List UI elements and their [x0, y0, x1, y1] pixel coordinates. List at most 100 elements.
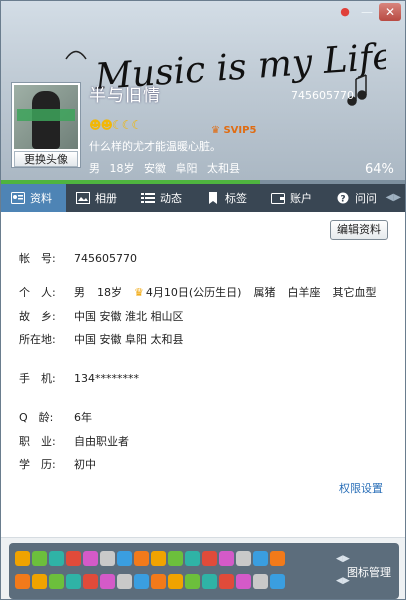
- permission-settings-link[interactable]: 权限设置: [339, 480, 383, 496]
- service-icon[interactable]: [117, 551, 132, 566]
- crown-icon: ♛: [134, 285, 144, 299]
- tab-label: 账户: [290, 192, 312, 205]
- qage-value: 6年: [74, 411, 92, 424]
- location-value: 中国 安徽 阜阳 太和县: [74, 333, 184, 346]
- service-icon[interactable]: [219, 551, 234, 566]
- profile-completion-percent: 64%: [365, 162, 394, 177]
- service-icon[interactable]: [236, 551, 251, 566]
- service-icon[interactable]: [270, 551, 285, 566]
- service-icon[interactable]: [202, 551, 217, 566]
- tab-ask[interactable]: ? 问问: [326, 184, 391, 212]
- account-value: 745605770: [74, 251, 137, 265]
- profile-header: ● — ✕ Music is my Life 更换头像 半与旧情 7456057…: [1, 1, 405, 184]
- profile-details: 编辑资料 帐 号: 745605770 个 人: 男 18岁 ♛ 4月10日(公…: [1, 212, 405, 537]
- service-icons-row-2: [15, 574, 285, 589]
- service-icon[interactable]: [49, 574, 64, 589]
- skin-icon[interactable]: ●: [335, 3, 355, 21]
- service-icon[interactable]: [168, 551, 183, 566]
- close-icon[interactable]: ✕: [379, 3, 401, 21]
- job-row: 职 业: 自由职业者: [19, 433, 129, 449]
- gender: 男: [74, 286, 85, 299]
- qage-row: Q 龄: 6年: [19, 409, 92, 425]
- service-icon[interactable]: [151, 551, 166, 566]
- birthday: 4月10日(公历生日): [145, 286, 242, 299]
- service-icon[interactable]: [66, 551, 81, 566]
- avatar-frame: 更换头像: [11, 82, 81, 168]
- service-icon[interactable]: [100, 551, 115, 566]
- account-row: 帐 号: 745605770: [19, 250, 137, 266]
- question-icon: ?: [337, 192, 349, 205]
- service-icon[interactable]: [185, 574, 200, 589]
- minimize-icon[interactable]: —: [357, 3, 377, 21]
- service-icon[interactable]: [66, 574, 81, 589]
- mobile-row: 手 机: 134********: [19, 370, 139, 386]
- service-icon[interactable]: [151, 574, 166, 589]
- hometown-label: 故 乡:: [19, 310, 56, 323]
- service-icon[interactable]: [15, 551, 30, 566]
- vip-level: SVIP5: [223, 125, 257, 136]
- tab-label: 问问: [355, 192, 377, 205]
- profile-card-icon: [11, 192, 25, 204]
- tab-scroll-arrow-icon[interactable]: ◀▶: [386, 192, 401, 203]
- change-avatar-button[interactable]: 更换头像: [14, 151, 78, 167]
- service-icon[interactable]: [32, 574, 47, 589]
- service-icon[interactable]: [83, 574, 98, 589]
- scroll-arrows-icon[interactable]: ◀▶: [336, 554, 350, 564]
- tab-profile[interactable]: 资料: [1, 184, 66, 212]
- personal-label: 个 人:: [19, 286, 56, 299]
- tab-feed[interactable]: 动态: [131, 184, 196, 212]
- edit-profile-button[interactable]: 编辑资料: [330, 220, 388, 240]
- service-icon[interactable]: [100, 574, 115, 589]
- job-label: 职 业:: [19, 435, 56, 448]
- profile-window: ● — ✕ Music is my Life 更换头像 半与旧情 7456057…: [0, 0, 406, 600]
- avatar-badge: [17, 109, 75, 121]
- service-icon[interactable]: [168, 574, 183, 589]
- mobile-label: 手 机:: [19, 372, 56, 385]
- service-icon[interactable]: [134, 551, 149, 566]
- tab-album[interactable]: 相册: [66, 184, 131, 212]
- signature[interactable]: 什么样的尤才能温暖心脏。: [89, 138, 221, 154]
- window-controls: ● — ✕: [335, 3, 401, 21]
- service-icons-row-1: [15, 551, 285, 566]
- service-icon[interactable]: [253, 574, 268, 589]
- photo-icon: [76, 192, 90, 204]
- service-icon[interactable]: [134, 574, 149, 589]
- constellation: 白羊座: [287, 286, 321, 299]
- service-icon[interactable]: [202, 574, 217, 589]
- qq-number: 745605770: [291, 89, 354, 102]
- education-value: 初中: [74, 458, 96, 471]
- service-icon[interactable]: [83, 551, 98, 566]
- education-label: 学 历:: [19, 458, 56, 471]
- tab-label: 动态: [160, 192, 182, 205]
- service-icon[interactable]: [219, 574, 234, 589]
- service-icon[interactable]: [185, 551, 200, 566]
- service-icon[interactable]: [236, 574, 251, 589]
- service-icon[interactable]: [49, 551, 64, 566]
- service-icon[interactable]: [15, 574, 30, 589]
- hometown-row: 故 乡: 中国 安徽 淮北 相山区: [19, 308, 184, 324]
- service-icon[interactable]: [253, 551, 268, 566]
- location-row: 所在地: 中国 安徽 阜阳 太和县: [19, 331, 184, 347]
- level-icons: ☻☻☾☾☾: [89, 118, 142, 132]
- service-icon-bar: ◀▶ ◀▶ 图标管理: [1, 537, 405, 599]
- hometown-value: 中国 安徽 淮北 相山区: [74, 310, 184, 323]
- service-icon[interactable]: [270, 574, 285, 589]
- brief-info: 男 18岁 安徽 阜阳 太和县: [89, 162, 240, 175]
- service-icon[interactable]: [117, 574, 132, 589]
- tab-tags[interactable]: 标签: [196, 184, 261, 212]
- vip-badge[interactable]: ♛ SVIP5: [211, 125, 256, 136]
- tab-bar: 资料 相册 动态 标签 账户 ? 问问 ◀▶: [1, 184, 405, 212]
- tab-account[interactable]: 账户: [261, 184, 326, 212]
- svg-text:?: ?: [340, 195, 345, 205]
- tab-label: 资料: [30, 192, 52, 205]
- service-icon[interactable]: [32, 551, 47, 566]
- location-label: 所在地:: [19, 333, 56, 346]
- feed-icon: [141, 193, 155, 203]
- icon-manage-button[interactable]: 图标管理: [347, 564, 391, 580]
- tab-label: 相册: [95, 192, 117, 205]
- education-row: 学 历: 初中: [19, 456, 96, 472]
- personal-row: 个 人: 男 18岁 ♛ 4月10日(公历生日) 属猪 白羊座 其它血型: [19, 284, 376, 300]
- service-icon-panel: ◀▶ ◀▶ 图标管理: [9, 543, 399, 599]
- nickname: 半与旧情: [89, 86, 161, 106]
- avatar[interactable]: [14, 85, 78, 149]
